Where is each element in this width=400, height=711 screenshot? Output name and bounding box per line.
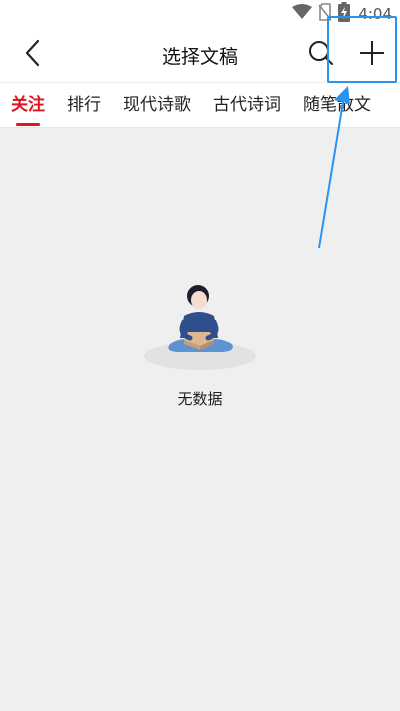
- person-with-box-illustration: [144, 285, 256, 370]
- tab-following[interactable]: 关注: [0, 83, 56, 127]
- tab-list: 关注 排行 现代诗歌 古代诗词 随笔散文: [0, 83, 382, 127]
- tab-modern-poetry[interactable]: 现代诗歌: [112, 83, 202, 127]
- empty-state: 无数据: [140, 278, 260, 408]
- annotation-highlight-box: [327, 16, 397, 83]
- tab-label: 现代诗歌: [123, 95, 191, 115]
- active-tab-indicator: [16, 123, 40, 126]
- tab-essays[interactable]: 随笔散文: [292, 83, 382, 127]
- tab-label: 古代诗词: [213, 95, 281, 115]
- wifi-icon: [292, 4, 313, 24]
- empty-state-text: 无数据: [177, 390, 223, 408]
- tab-classical-poetry[interactable]: 古代诗词: [202, 83, 292, 127]
- tab-label: 关注: [11, 95, 45, 115]
- tab-ranking[interactable]: 排行: [56, 83, 112, 127]
- tab-label: 排行: [67, 95, 101, 115]
- content-area: 无数据: [0, 128, 400, 711]
- category-tab-bar: 关注 排行 现代诗歌 古代诗词 随笔散文: [0, 82, 400, 128]
- tab-label: 随笔散文: [303, 95, 371, 115]
